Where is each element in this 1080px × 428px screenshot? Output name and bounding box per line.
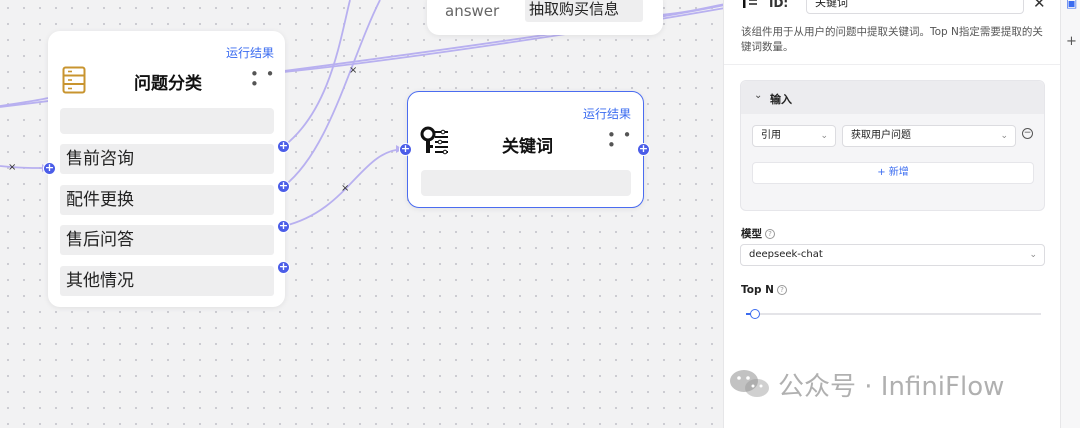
run-result-link[interactable]: 运行结果 (226, 44, 274, 61)
reference-source-value: 获取用户问题 (851, 130, 911, 141)
remove-input-icon[interactable]: − (1022, 128, 1033, 139)
edge-background-vert-2 (283, 0, 381, 187)
help-icon[interactable]: ? (765, 229, 775, 239)
wechat-logo-icon (728, 366, 772, 402)
run-result-link[interactable]: 运行结果 (583, 105, 631, 122)
edge-to-category-input (0, 165, 45, 169)
node-description-bar (421, 170, 631, 196)
watermark: 公众号 · InfiniFlow (728, 366, 1004, 402)
id-input[interactable]: 关键词 (806, 0, 1024, 14)
category-input-handle[interactable]: + (43, 162, 56, 175)
category-item[interactable]: 其他情况 (60, 266, 274, 296)
topn-slider[interactable] (746, 309, 1041, 319)
input-section: ⌄ 输入 引用 ⌄ 获取用户问题 ⌄ − + 新增 (740, 80, 1045, 211)
add-icon[interactable]: + (1066, 34, 1077, 49)
edge-category-left (0, 97, 49, 107)
input-section-header[interactable]: ⌄ 输入 (741, 81, 1044, 114)
component-description: 该组件用于从用户的问题中提取关键词。Top N指定需要提取的关键词数量。 (741, 26, 1043, 53)
keyword-node[interactable]: 运行结果 关键词 • • • (407, 91, 644, 208)
keyword-output-handle[interactable]: + (637, 143, 650, 156)
chevron-down-icon: ⌄ (820, 131, 828, 141)
category-item[interactable]: 售前咨询 (60, 144, 274, 174)
more-menu-icon[interactable]: • • • (250, 67, 285, 92)
category-output-handle[interactable]: + (277, 220, 290, 233)
topn-slider-thumb[interactable] (749, 309, 760, 319)
reference-type-value: 引用 (761, 130, 781, 141)
category-output-handle[interactable]: + (277, 140, 290, 153)
node-title: 关键词 (502, 137, 553, 157)
category-item[interactable]: 配件更换 (60, 185, 274, 215)
edge-delete-mark[interactable]: × (341, 184, 349, 194)
chevron-down-icon: ⌄ (1029, 250, 1037, 260)
config-panel: ID: 关键词 ✕ 该组件用于从用户的问题中提取关键词。Top N指定需要提取的… (723, 0, 1061, 428)
divider (724, 64, 1061, 65)
answer-label: answer (445, 2, 500, 20)
keyword-panel-icon (740, 0, 758, 14)
category-output-handle[interactable]: + (277, 261, 290, 274)
edge-background-top (659, 3, 726, 16)
side-toolbar: ▣ + (1060, 0, 1080, 428)
model-select[interactable]: deepseek-chat ⌄ (740, 244, 1045, 266)
help-icon[interactable]: ? (776, 285, 787, 295)
add-input-button[interactable]: + 新增 (752, 162, 1034, 184)
chevron-down-icon: ⌄ (1000, 131, 1008, 141)
watermark-text: 公众号 · InfiniFlow (778, 371, 1005, 402)
edge-delete-mark[interactable]: × (349, 66, 357, 76)
extract-node[interactable]: answer 抽取购买信息 (427, 0, 663, 35)
edge-delete-mark[interactable]: × (8, 163, 16, 173)
model-field-label: 模型? (741, 226, 775, 241)
category-output-handle[interactable]: + (277, 180, 290, 193)
category-node[interactable]: 运行结果 问题分类 • • • 售前咨询 配件更换 售后问答 其他情况 (48, 31, 285, 307)
topn-field-label: Top N? (741, 284, 787, 296)
node-title: 问题分类 (134, 74, 202, 94)
node-description-bar (60, 108, 274, 134)
keyword-node-icon (420, 126, 450, 160)
input-section-title: 输入 (770, 93, 792, 106)
category-node-icon (62, 66, 86, 98)
reference-type-select[interactable]: 引用 ⌄ (752, 125, 836, 147)
model-label: 模型 (741, 228, 762, 240)
edge-background-vert-1 (283, 0, 351, 147)
answer-value: 抽取购买信息 (525, 0, 643, 22)
model-value: deepseek-chat (749, 249, 823, 260)
keyword-input-handle[interactable]: + (399, 143, 412, 156)
close-icon[interactable]: ✕ (1033, 0, 1046, 12)
id-label: ID: (769, 0, 789, 10)
category-item[interactable]: 售后问答 (60, 225, 274, 255)
toolbar-icon[interactable]: ▣ (1066, 0, 1077, 10)
topn-label: Top N (741, 284, 774, 296)
reference-source-select[interactable]: 获取用户问题 ⌄ (842, 125, 1016, 147)
chevron-down-icon[interactable]: ⌄ (754, 90, 762, 101)
